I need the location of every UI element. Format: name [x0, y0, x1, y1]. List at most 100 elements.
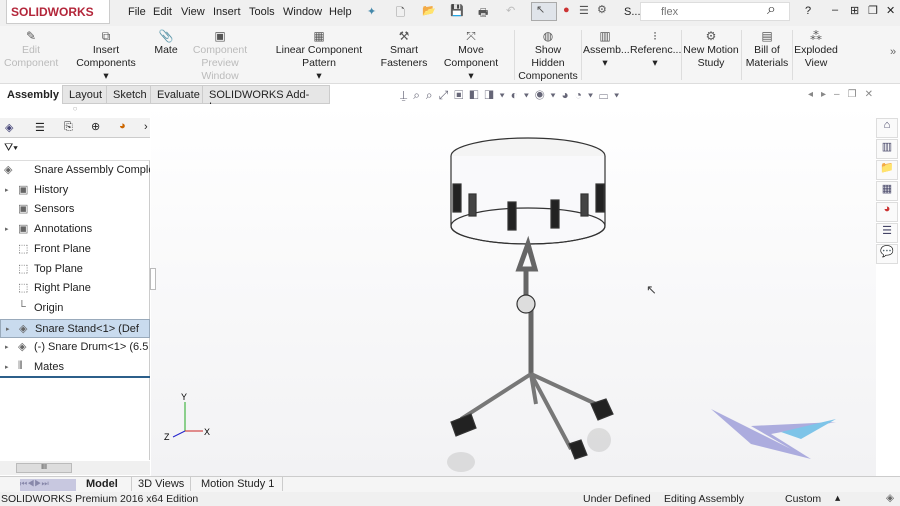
solidworks-logo[interactable]: SOLIDWORKS	[6, 0, 110, 24]
tab-solidworks-add-ins[interactable]: SOLIDWORKS Add-Ins	[202, 85, 330, 113]
tree-item[interactable]: ▸ ▣ Annotations	[0, 220, 150, 239]
graphics-area[interactable]: Y X Z ↖	[151, 104, 876, 476]
dimxpert-tab-icon[interactable]: ⊕	[91, 120, 100, 133]
tree-item[interactable]: ◈ Snare Assembly Complet	[0, 161, 150, 180]
tab-sketch[interactable]: Sketch	[106, 85, 154, 104]
tree-divider	[0, 376, 150, 378]
scrollbar-thumb[interactable]: III	[16, 463, 72, 473]
expand-arrow-icon[interactable]: ▸	[5, 225, 9, 233]
tree-item[interactable]: ⬚ Right Plane	[0, 279, 150, 298]
label: Referenc...	[630, 44, 682, 56]
design-library-icon[interactable]: ▥	[876, 139, 898, 159]
home-icon[interactable]: ⌂	[876, 118, 898, 138]
component-preview-window-button[interactable]: ▣ Component Preview Window	[183, 30, 257, 83]
triad-z-label: Z	[164, 432, 170, 442]
tab-layout[interactable]: Layout	[62, 85, 110, 104]
panel-splitter[interactable]: ○	[0, 104, 150, 118]
restore-icon[interactable]: ❐	[868, 4, 878, 17]
search-icon[interactable]: ⌕	[767, 1, 776, 19]
display-manager-tab-icon[interactable]: ◕	[119, 120, 126, 132]
exploded-view-button[interactable]: ⁂ Exploded View	[794, 30, 838, 70]
more-chevron-icon[interactable]: »	[890, 46, 896, 58]
tab-assembly[interactable]: Assembly	[0, 85, 66, 104]
assembly-features-icon: ▥	[599, 29, 611, 43]
units-dropdown-icon[interactable]: ▴	[835, 492, 840, 504]
help-icon[interactable]: ?	[805, 5, 811, 17]
file-explorer-icon[interactable]: 📁	[876, 160, 898, 180]
title-bar: SOLIDWORKS File Edit View Insert Tools W…	[0, 0, 900, 26]
custom-properties-icon[interactable]: ☰	[876, 223, 898, 243]
viewport-window-controls[interactable]: ◂▸–❐✕	[808, 89, 881, 100]
tab-3d-views[interactable]: 3D Views	[131, 477, 192, 491]
minimize-icon[interactable]: –	[832, 4, 838, 16]
menu-edit[interactable]: Edit	[153, 6, 172, 18]
pin-icon[interactable]: ✦	[367, 5, 376, 18]
expand-arrow-icon[interactable]: ▸	[5, 343, 9, 351]
show-hidden-components-button[interactable]: ◍ Show Hidden Components	[517, 30, 579, 83]
fastener-icon: ⚒	[398, 29, 410, 43]
expand-arrow-icon[interactable]: ▸	[5, 186, 9, 194]
linear-component-pattern-button[interactable]: ▦ Linear Component Pattern ▾	[260, 30, 378, 83]
undo-icon[interactable]: ↶	[506, 4, 515, 17]
tree-item[interactable]: ⬚ Front Plane	[0, 240, 150, 259]
expand-arrow-icon[interactable]: ▸	[6, 325, 10, 333]
s-menu[interactable]: S...	[624, 6, 641, 18]
edit-component-button[interactable]: ✎ Edit Component	[4, 30, 58, 70]
bill-of-materials-button[interactable]: ▤ Bill of Materials	[743, 30, 791, 70]
save-icon[interactable]: 💾	[450, 4, 464, 17]
tabs-more-icon[interactable]: ›	[144, 121, 148, 133]
tree-item[interactable]: └ Origin	[0, 299, 150, 318]
appearances-icon[interactable]: ◕	[876, 202, 898, 222]
tree-item[interactable]: ▸ ⫴ Mates	[0, 358, 150, 377]
forum-icon[interactable]: 💬	[876, 244, 898, 264]
menu-tools[interactable]: Tools	[249, 6, 275, 18]
label: Exploded View	[794, 44, 838, 69]
menu-window[interactable]: Window	[283, 6, 322, 18]
tree-item-label: Snare Assembly Complet	[34, 164, 150, 176]
rebuild-icon[interactable]: ●	[563, 4, 570, 16]
expand-arrow-icon[interactable]: ▸	[5, 363, 9, 371]
tile-icon[interactable]: ⊞	[850, 4, 859, 17]
new-file-icon[interactable]: 🗋	[396, 4, 405, 23]
open-file-icon[interactable]: 📂	[422, 4, 436, 17]
tree-item[interactable]: ▸ ▣ History	[0, 181, 150, 200]
tab-model[interactable]: Model	[86, 478, 118, 490]
filter-icon[interactable]: ⛛▾	[4, 142, 18, 155]
configurationmanager-tab-icon[interactable]: ⎘	[64, 121, 73, 134]
menu-file[interactable]: File	[128, 6, 146, 18]
smart-fasteners-button[interactable]: ⚒ Smart Fasteners	[380, 30, 428, 70]
featuremanager-tab-icon[interactable]: ◈	[5, 121, 13, 134]
tree-item[interactable]: ⬚ Top Plane	[0, 260, 150, 279]
panel-collapse-handle[interactable]	[150, 268, 156, 290]
new-motion-study-button[interactable]: ⚙ New Motion Study	[683, 30, 739, 70]
command-tabs: Assembly Layout Sketch Evaluate SOLIDWOR…	[0, 84, 330, 113]
view-palette-icon[interactable]: ▦	[876, 181, 898, 201]
select-icon[interactable]: ↖	[531, 2, 557, 21]
move-component-button[interactable]: ⤧ Move Component ▾	[430, 30, 512, 83]
close-icon[interactable]: ✕	[886, 4, 895, 17]
heads-up-view-toolbar[interactable]: ⍊⌕⌕⤢▣◧◨▾◐▾◉▾◕◔▾▭▾	[400, 88, 625, 103]
tab-evaluate[interactable]: Evaluate	[150, 85, 207, 104]
tree-horizontal-scrollbar[interactable]: III	[0, 461, 150, 475]
file-properties-icon[interactable]: ☰	[579, 4, 589, 17]
menu-help[interactable]: Help	[329, 6, 352, 18]
tab-motion-study-1[interactable]: Motion Study 1	[193, 477, 284, 491]
assembly-features-button[interactable]: ▥ Assemb... ▾	[583, 29, 630, 70]
bottom-tabs: ⏮◀▶⏭ Model 3D Views Motion Study 1	[0, 476, 900, 492]
menu-insert[interactable]: Insert	[213, 6, 241, 18]
options-gear-icon[interactable]: ⚙	[597, 3, 607, 16]
tree-item[interactable]: ▸ ◈ Snare Stand<1> (Def	[0, 318, 150, 338]
propertymanager-tab-icon[interactable]: ☰	[35, 121, 45, 134]
reference-geometry-button[interactable]: ⁝ Referenc... ▾	[630, 30, 682, 70]
insert-components-button[interactable]: ⧉ Insert Components ▾	[62, 30, 150, 83]
tab-navigation-arrows[interactable]: ⏮◀▶⏭	[20, 479, 76, 491]
tree-item-label: Front Plane	[34, 242, 91, 255]
print-icon[interactable]: 🖶	[478, 4, 488, 23]
rebuild-status-icon[interactable]: ◈	[886, 492, 894, 504]
menu-view[interactable]: View	[181, 6, 205, 18]
command-manager-ribbon: ✎ Edit Component ⧉ Insert Components ▾ 📎 Mat…	[0, 26, 900, 84]
tree-item[interactable]: ▸ ◈ (-) Snare Drum<1> (6.5 >	[0, 338, 150, 357]
units-selector[interactable]: Custom	[785, 493, 821, 505]
tree-item[interactable]: ▣ Sensors	[0, 200, 150, 219]
mate-button[interactable]: 📎 Mate	[150, 30, 182, 57]
